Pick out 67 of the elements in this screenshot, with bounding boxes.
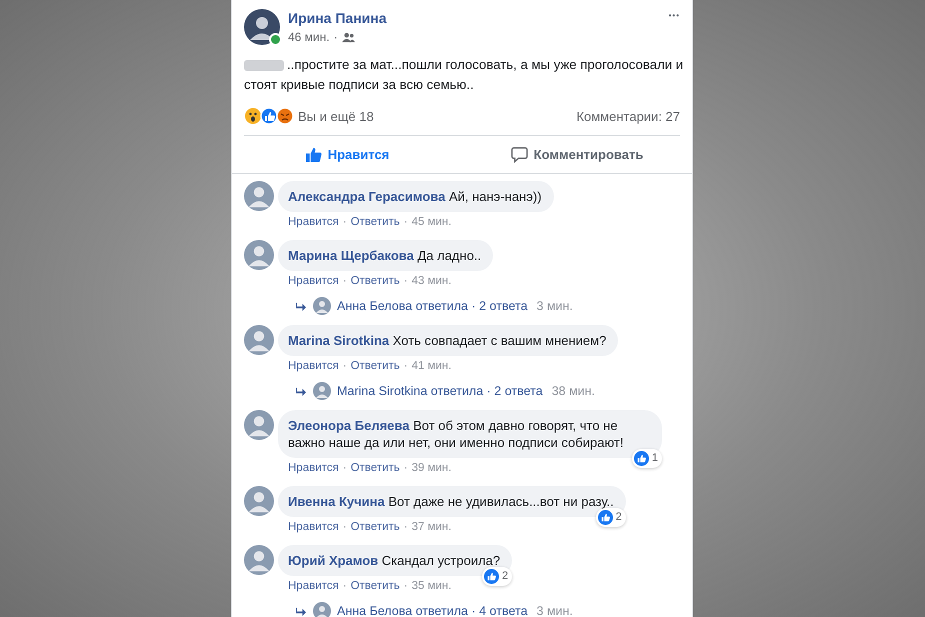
like-button[interactable]: Нравится — [232, 136, 462, 173]
comment-text: Ивенна Кучина Вот даже не удивилась...вот ни разу.. — [288, 494, 614, 509]
reply-arrow-icon — [296, 302, 307, 310]
like-link[interactable]: Нравится — [288, 359, 339, 374]
like-link[interactable]: Нравится — [288, 579, 339, 594]
separator: · — [342, 359, 347, 374]
like-count-badge[interactable]: 2 — [596, 508, 626, 527]
reply-arrow-icon — [296, 606, 307, 616]
comments-count[interactable]: Комментарии: 27 — [576, 108, 680, 124]
reply-link[interactable]: Ответить — [350, 215, 400, 230]
reply-link[interactable]: Ответить — [350, 520, 400, 535]
separator: · — [342, 461, 347, 476]
separator: · — [342, 520, 347, 535]
comment-time[interactable]: 39 мин. — [412, 461, 452, 476]
post-text: стоят кривые подписи за всю семью.. — [244, 76, 474, 94]
comment-time[interactable]: 37 мин. — [412, 520, 452, 535]
comment-button[interactable]: Комментировать — [462, 136, 692, 173]
comment-text: Юрий Храмов Скандал устроила? — [288, 553, 500, 568]
like-icon — [634, 451, 649, 466]
separator: · — [404, 520, 408, 535]
replies-link[interactable]: Marina Sirotkina ответила · 2 ответа — [337, 384, 543, 398]
comment-time[interactable]: 43 мин. — [412, 274, 452, 289]
comment-time[interactable]: 41 мин. — [412, 359, 452, 374]
separator: · — [404, 274, 408, 289]
reply-link[interactable]: Ответить — [350, 274, 400, 289]
thumbs-up-icon — [304, 146, 322, 163]
separator: · — [404, 215, 408, 230]
comment-text: Marina Sirotkina Хоть совпадает с вашим мнением? — [288, 333, 606, 348]
comment-text: Элеонора Беляева Вот об этом давно говорят, что не важно наше да или нет, они именно подписи собирают! — [288, 418, 624, 450]
separator: · — [404, 359, 408, 374]
reply-time: 3 мин. — [536, 299, 573, 313]
like-count-badge[interactable]: 2 — [482, 567, 512, 586]
reply-time: 38 мин. — [552, 384, 596, 398]
separator: · — [404, 579, 408, 594]
reply-link[interactable]: Ответить — [350, 579, 400, 594]
separator: · — [334, 30, 338, 44]
reply-link[interactable]: Ответить — [350, 461, 400, 476]
post-text: ..простите за мат...пошли голосовать, а мы уже проголосовали и — [287, 56, 684, 74]
reply-link[interactable]: Ответить — [350, 359, 400, 374]
speech-bubble-icon — [510, 146, 528, 163]
separator: · — [342, 579, 347, 594]
like-link[interactable]: Нравится — [288, 520, 339, 535]
comment-time[interactable]: 45 мин. — [412, 215, 452, 230]
like-link[interactable]: Нравится — [288, 461, 339, 476]
replies-link[interactable]: Анна Белова ответила · 2 ответа — [337, 299, 528, 313]
reply-arrow-icon — [296, 386, 307, 396]
like-link[interactable]: Нравится — [288, 215, 339, 230]
reactions-icon[interactable] — [244, 107, 294, 125]
post-time[interactable]: 46 мин. — [288, 30, 330, 44]
separator: · — [404, 461, 408, 476]
more-options-button[interactable]: ••• — [668, 11, 680, 20]
author-name[interactable]: Ирина Панина — [288, 10, 387, 26]
comment-text: Марина Щербакова Да ладно.. — [288, 248, 482, 263]
like-icon — [484, 569, 500, 584]
separator: · — [342, 215, 347, 230]
avatar-icon[interactable] — [244, 9, 280, 45]
like-count-badge[interactable]: 1 — [632, 449, 662, 468]
comment-text: Александра Герасимова Ай, нанэ-нанэ)) — [288, 189, 542, 204]
reply-time: 3 мин. — [536, 604, 573, 617]
comment-time[interactable]: 35 мин. — [412, 579, 452, 594]
like-icon — [598, 510, 613, 525]
blurred-name — [244, 60, 284, 70]
friends-icon — [342, 32, 355, 42]
separator: · — [342, 274, 347, 289]
replies-link[interactable]: Анна Белова ответила · 4 ответа — [337, 604, 528, 617]
like-link[interactable]: Нравится — [288, 274, 339, 289]
reactions-count[interactable]: Вы и ещё 18 — [298, 108, 374, 124]
